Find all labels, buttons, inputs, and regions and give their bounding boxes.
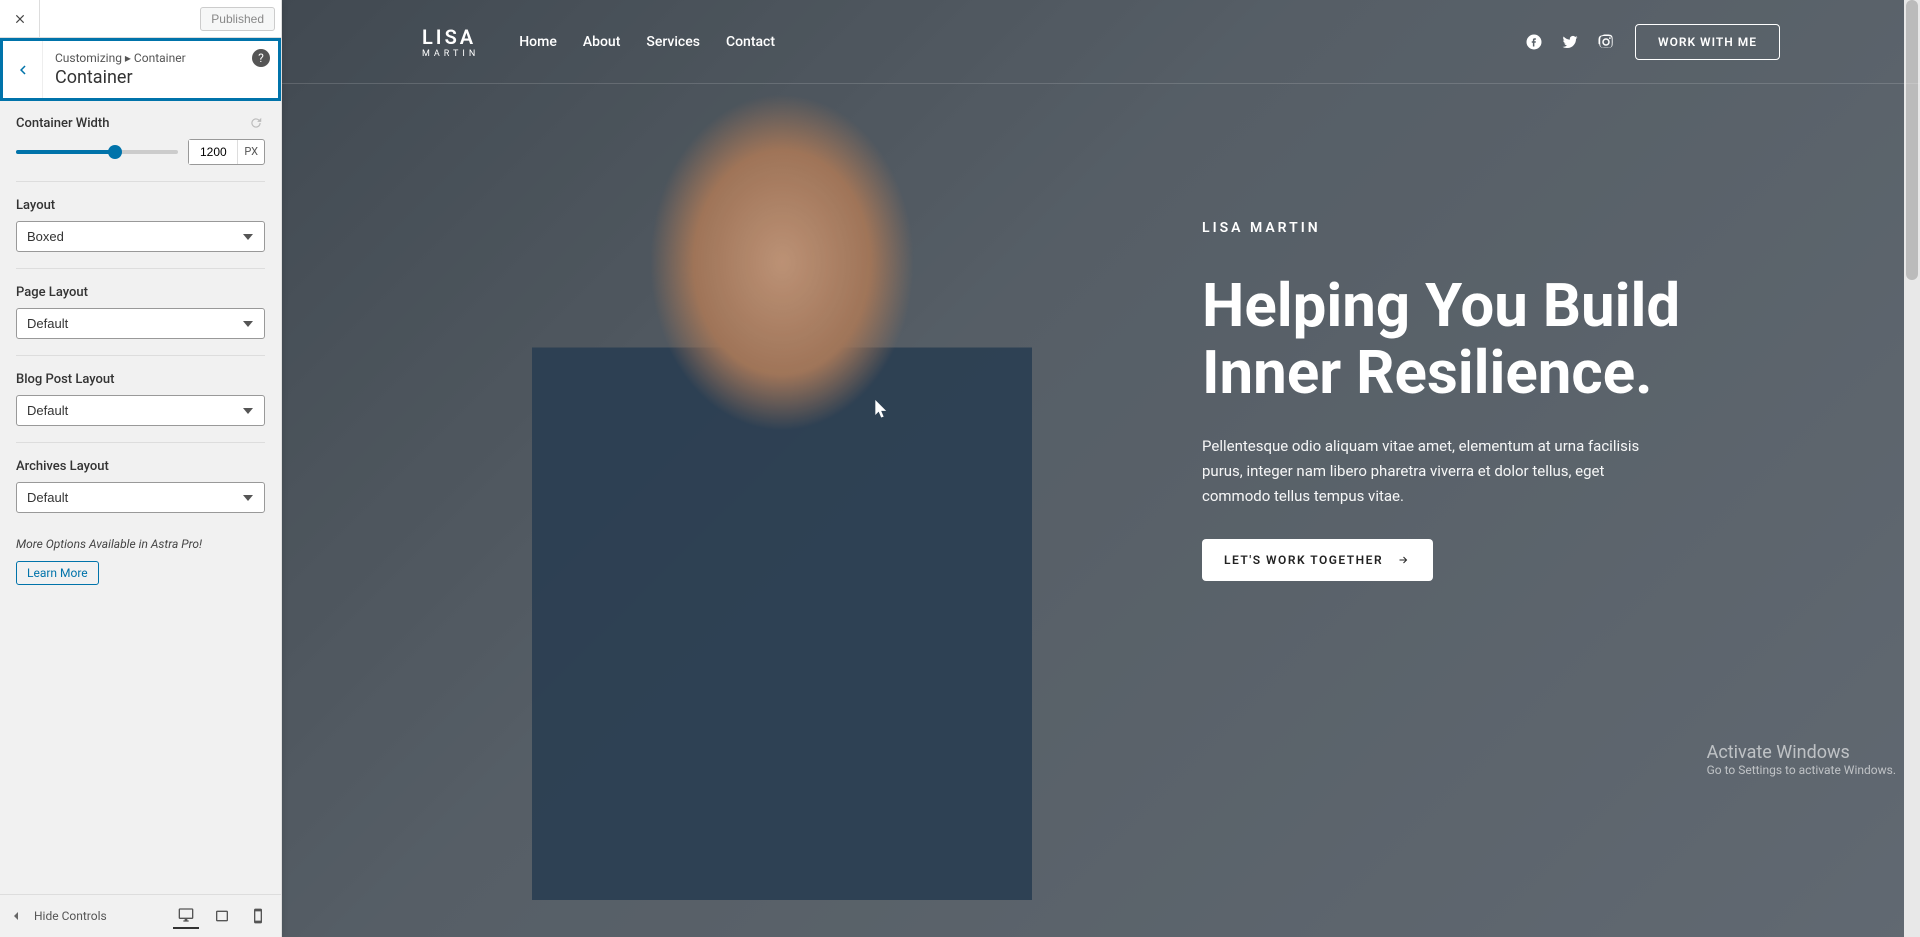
nav-contact[interactable]: Contact [726, 34, 775, 50]
reset-icon [249, 116, 263, 130]
site-logo[interactable]: LISA MARTIN [422, 25, 479, 59]
mouse-cursor [875, 400, 889, 424]
hero-image [532, 50, 1032, 900]
hide-controls-button[interactable]: Hide Controls [10, 908, 173, 924]
layout-control: Layout Boxed [16, 198, 265, 269]
help-button[interactable]: ? [252, 49, 270, 67]
pro-note: More Options Available in Astra Pro! [16, 537, 265, 551]
sidebar-footer: Hide Controls [0, 894, 281, 937]
tablet-device-button[interactable] [209, 903, 235, 929]
activate-windows-overlay: Activate Windows Go to Settings to activ… [1707, 742, 1896, 777]
container-width-slider[interactable] [16, 142, 178, 162]
hero-eyebrow: LISA MARTIN [1202, 220, 1800, 236]
container-width-control: Container Width PX [16, 115, 265, 182]
chevron-left-icon [14, 61, 32, 79]
slider-thumb[interactable] [108, 145, 122, 159]
back-button[interactable] [3, 41, 43, 98]
cta-label: LET'S WORK TOGETHER [1224, 553, 1383, 567]
hero-body: Pellentesque odio aliquam vitae amet, el… [1202, 434, 1642, 508]
page-layout-control: Page Layout Default [16, 285, 265, 356]
mobile-icon [250, 908, 266, 924]
logo-main-text: LISA [422, 25, 479, 49]
container-width-label: Container Width [16, 116, 109, 131]
blog-layout-label: Blog Post Layout [16, 372, 114, 387]
logo-sub-text: MARTIN [422, 49, 479, 59]
nav-home[interactable]: Home [519, 34, 557, 50]
mobile-device-button[interactable] [245, 903, 271, 929]
main-nav: Home About Services Contact [519, 34, 775, 50]
archives-layout-select[interactable]: Default [16, 482, 265, 513]
breadcrumb: Customizing ▸ Container [55, 51, 266, 65]
cta-button[interactable]: LET'S WORK TOGETHER [1202, 539, 1433, 581]
hero-headline: Helping You Build Inner Resilience. [1202, 272, 1800, 406]
activate-sub: Go to Settings to activate Windows. [1707, 763, 1896, 777]
layout-label: Layout [16, 198, 55, 213]
layout-select[interactable]: Boxed [16, 221, 265, 252]
archives-layout-control: Archives Layout Default [16, 459, 265, 529]
sidebar-body: Container Width PX [0, 101, 281, 894]
nav-services[interactable]: Services [646, 34, 700, 50]
container-width-input[interactable] [189, 140, 237, 164]
instagram-icon[interactable] [1597, 33, 1615, 51]
section-header: Customizing ▸ Container Container ? [0, 38, 281, 101]
collapse-icon [10, 908, 26, 924]
social-icons [1525, 33, 1615, 51]
reset-button[interactable] [249, 115, 265, 131]
desktop-icon [178, 907, 194, 923]
close-button[interactable] [0, 0, 40, 38]
blog-layout-select[interactable]: Default [16, 395, 265, 426]
tablet-icon [214, 908, 230, 924]
unit-label: PX [237, 140, 264, 164]
arrow-right-icon [1395, 554, 1411, 566]
blog-layout-control: Blog Post Layout Default [16, 372, 265, 443]
learn-more-button[interactable]: Learn More [16, 561, 99, 585]
page-layout-select[interactable]: Default [16, 308, 265, 339]
desktop-device-button[interactable] [173, 903, 199, 929]
customizer-sidebar: Published Customizing ▸ Container Contai… [0, 0, 282, 937]
section-title: Container [55, 67, 266, 88]
work-with-me-button[interactable]: WORK WITH ME [1635, 24, 1780, 60]
hero-content: LISA MARTIN Helping You Build Inner Resi… [1202, 220, 1800, 581]
facebook-icon[interactable] [1525, 33, 1543, 51]
page-layout-label: Page Layout [16, 285, 88, 300]
hide-controls-label: Hide Controls [34, 909, 107, 923]
site-topbar: LISA MARTIN Home About Services Contact … [282, 0, 1920, 84]
archives-layout-label: Archives Layout [16, 459, 109, 474]
sidebar-header: Published [0, 0, 281, 38]
preview-pane: LISA MARTIN Home About Services Contact … [282, 0, 1920, 937]
scrollbar[interactable] [1904, 0, 1920, 937]
twitter-icon[interactable] [1561, 33, 1579, 51]
close-icon [13, 12, 27, 26]
nav-about[interactable]: About [583, 34, 621, 50]
activate-title: Activate Windows [1707, 742, 1896, 763]
publish-button[interactable]: Published [200, 7, 275, 31]
